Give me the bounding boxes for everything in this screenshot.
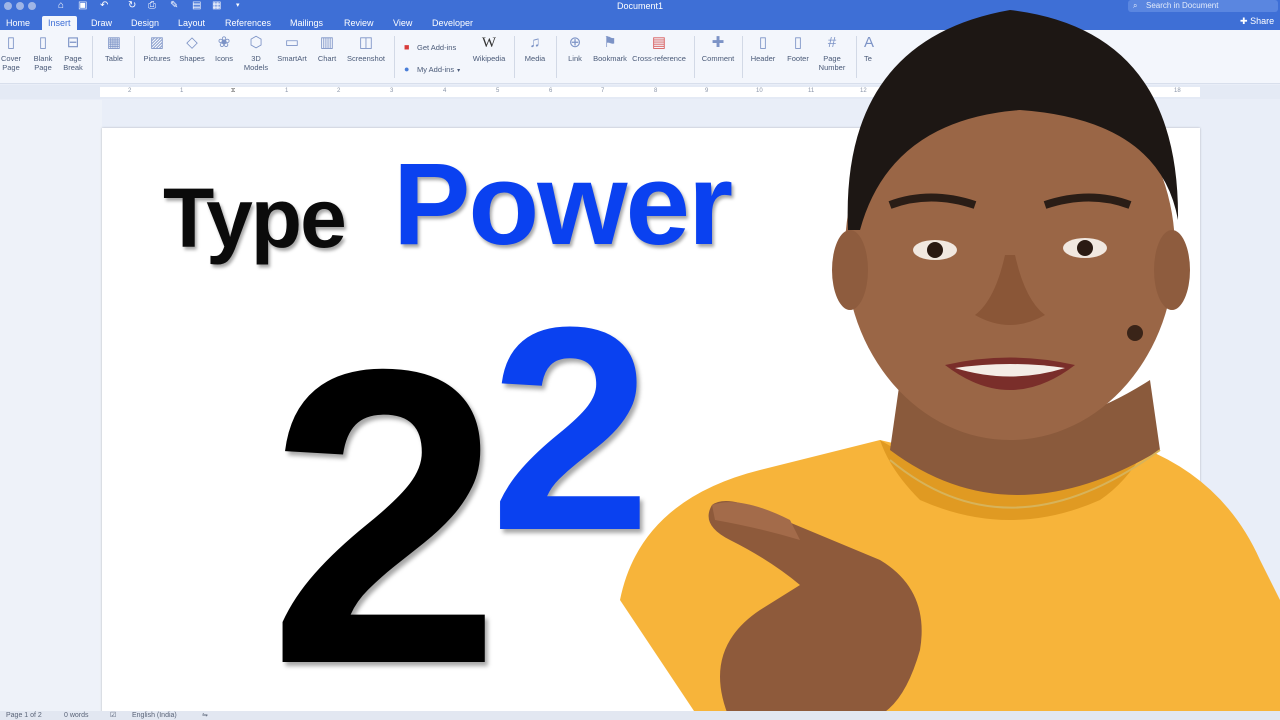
ribbon-divider (92, 36, 93, 78)
tab-review[interactable]: Review (344, 16, 374, 30)
smartart-icon: ▭ (284, 34, 300, 51)
blank-page-label: Blank Page (33, 54, 53, 72)
cube-icon: ⬡ (249, 34, 263, 51)
tab-view[interactable]: View (393, 16, 412, 30)
chart-label: Chart (317, 54, 337, 63)
indent-marker-icon[interactable]: ⧖ (231, 88, 235, 95)
ribbon-divider (514, 36, 515, 78)
wikipedia-button[interactable]: W Wikipedia (470, 34, 508, 63)
tab-home[interactable]: Home (6, 16, 30, 30)
wikipedia-label: Wikipedia (472, 54, 506, 63)
tab-draw[interactable]: Draw (91, 16, 112, 30)
media-label: Media (524, 54, 546, 63)
blank-page-button[interactable]: ▯ Blank Page (32, 34, 54, 72)
presenter-photo (620, 10, 1280, 720)
proofing-icon[interactable]: ☑ (110, 711, 116, 720)
3d-models-button[interactable]: ⬡ 3D Models (241, 34, 271, 72)
link-label: Link (568, 54, 582, 63)
tab-design[interactable]: Design (131, 16, 159, 30)
cover-page-label: Cover Page (0, 54, 21, 72)
ruler-tick: 2 (128, 88, 132, 94)
smartart-button[interactable]: ▭ SmartArt (274, 34, 310, 63)
shapes-label: Shapes (179, 54, 205, 63)
tab-developer[interactable]: Developer (432, 16, 473, 30)
chevron-down-icon: ▾ (457, 68, 461, 74)
icons-label: Icons (215, 54, 233, 63)
bar-chart-icon: ▥ (319, 34, 335, 51)
smartart-label: SmartArt (277, 54, 307, 63)
screenshot-button[interactable]: ◫ Screenshot (344, 34, 388, 63)
icons-icon: ❀ (217, 34, 231, 51)
ribbon-divider (134, 36, 135, 78)
tab-mailings[interactable]: Mailings (290, 16, 323, 30)
pictures-label: Pictures (143, 54, 171, 63)
media-icon: ♫ (529, 34, 541, 51)
shapes-button[interactable]: ◇ Shapes (176, 34, 208, 63)
page-break-icon: ⊟ (66, 34, 80, 51)
my-addins-label: My Add-ins (417, 65, 455, 74)
table-icon: ▦ (106, 34, 122, 51)
ruler-tick: 4 (443, 88, 447, 94)
thumbnail-word-type: Type (163, 171, 347, 265)
tab-insert[interactable]: Insert (42, 16, 77, 30)
get-addins-button[interactable]: ■ Get Add-ins (404, 42, 456, 53)
ribbon-divider (556, 36, 557, 78)
3d-models-label: 3D Models (243, 54, 269, 72)
ruler-tick: 1 (180, 88, 184, 94)
page-break-label: Page Break (63, 54, 83, 72)
ruler-tick: 6 (549, 88, 553, 94)
cover-page-button[interactable]: ▯ Cover Page (0, 34, 22, 72)
ruler-tick: 1 (285, 88, 289, 94)
wikipedia-icon: W (481, 35, 497, 51)
chart-button[interactable]: ▥ Chart (313, 34, 341, 63)
canvas-background (0, 100, 102, 720)
my-addins-button[interactable]: ● My Add-ins ▾ (404, 64, 460, 76)
link-button[interactable]: ⊕ Link (562, 34, 588, 63)
store-icon: ■ (404, 42, 410, 52)
media-button[interactable]: ♫ Media (520, 34, 550, 63)
table-button[interactable]: ▦ Table (100, 34, 128, 63)
link-icon: ⊕ (568, 34, 582, 51)
tab-layout[interactable]: Layout (178, 16, 205, 30)
page-count-status[interactable]: Page 1 of 2 (6, 711, 42, 720)
ruler-tick: 3 (390, 88, 394, 94)
pictures-icon: ▨ (149, 34, 165, 51)
get-addins-label: Get Add-ins (417, 43, 457, 52)
addins-icon: ● (404, 64, 410, 74)
icons-button[interactable]: ❀ Icons (211, 34, 237, 63)
cover-page-icon: ▯ (6, 34, 16, 51)
pictures-button[interactable]: ▨ Pictures (140, 34, 174, 63)
base-number: 2 (268, 283, 502, 720)
word-count-status[interactable]: 0 words (64, 711, 89, 720)
screenshot-label: Screenshot (347, 54, 385, 63)
page-break-button[interactable]: ⊟ Page Break (60, 34, 86, 72)
shapes-icon: ◇ (186, 34, 198, 51)
ruler-tick: 5 (496, 88, 500, 94)
ribbon-divider (394, 36, 395, 78)
status-bar: Page 1 of 2 0 words ☑ English (India) ⇋ (0, 711, 1280, 720)
camera-icon: ◫ (358, 34, 374, 51)
tab-references[interactable]: References (225, 16, 271, 30)
track-changes-icon[interactable]: ⇋ (202, 711, 208, 720)
blank-page-icon: ▯ (38, 34, 48, 51)
language-status[interactable]: English (India) (132, 711, 177, 720)
table-label: Table (105, 54, 123, 63)
ruler-tick: 2 (337, 88, 341, 94)
